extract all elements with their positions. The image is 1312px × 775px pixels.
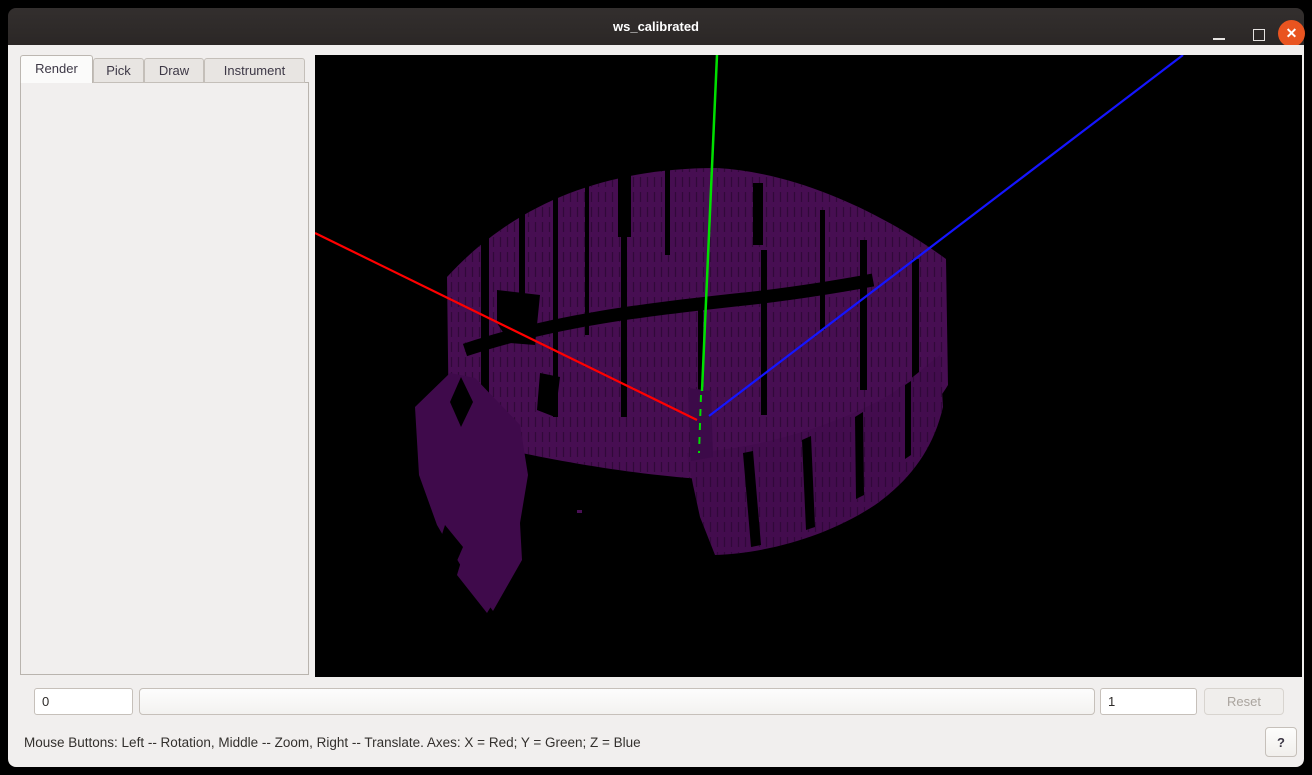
title-bar[interactable]: ws_calibrated ✕ [8, 8, 1304, 45]
range-slider-track[interactable] [139, 688, 1095, 715]
tab-pick-label: Pick [106, 63, 131, 78]
minimize-icon [1213, 38, 1225, 40]
instrument-3d-viewport[interactable] [315, 55, 1302, 677]
tab-render[interactable]: Render [20, 55, 93, 83]
range-min-input[interactable] [34, 688, 133, 715]
maximize-icon [1253, 29, 1265, 41]
range-reset-button[interactable]: Reset [1204, 688, 1284, 715]
close-button[interactable]: ✕ [1278, 20, 1305, 47]
instrument-render [315, 55, 1302, 677]
window-title: ws_calibrated [8, 8, 1304, 45]
help-button[interactable]: ? [1265, 727, 1297, 757]
maximize-button[interactable] [1245, 21, 1272, 48]
minimize-button[interactable] [1205, 21, 1232, 48]
tab-render-label: Render [35, 61, 78, 76]
tab-instrument[interactable]: Instrument [204, 58, 305, 83]
render-tab-panel [20, 82, 309, 675]
tab-instrument-label: Instrument [224, 63, 285, 78]
status-message: Mouse Buttons: Left -- Rotation, Middle … [24, 735, 641, 750]
range-reset-label: Reset [1227, 694, 1261, 709]
help-label: ? [1277, 735, 1285, 750]
range-max-input[interactable] [1100, 688, 1197, 715]
tab-draw[interactable]: Draw [144, 58, 204, 83]
app-window: ws_calibrated ✕ Render Pick Draw Instrum… [0, 0, 1312, 775]
tab-draw-label: Draw [159, 63, 189, 78]
tab-pick[interactable]: Pick [93, 58, 144, 83]
close-icon: ✕ [1286, 25, 1298, 41]
